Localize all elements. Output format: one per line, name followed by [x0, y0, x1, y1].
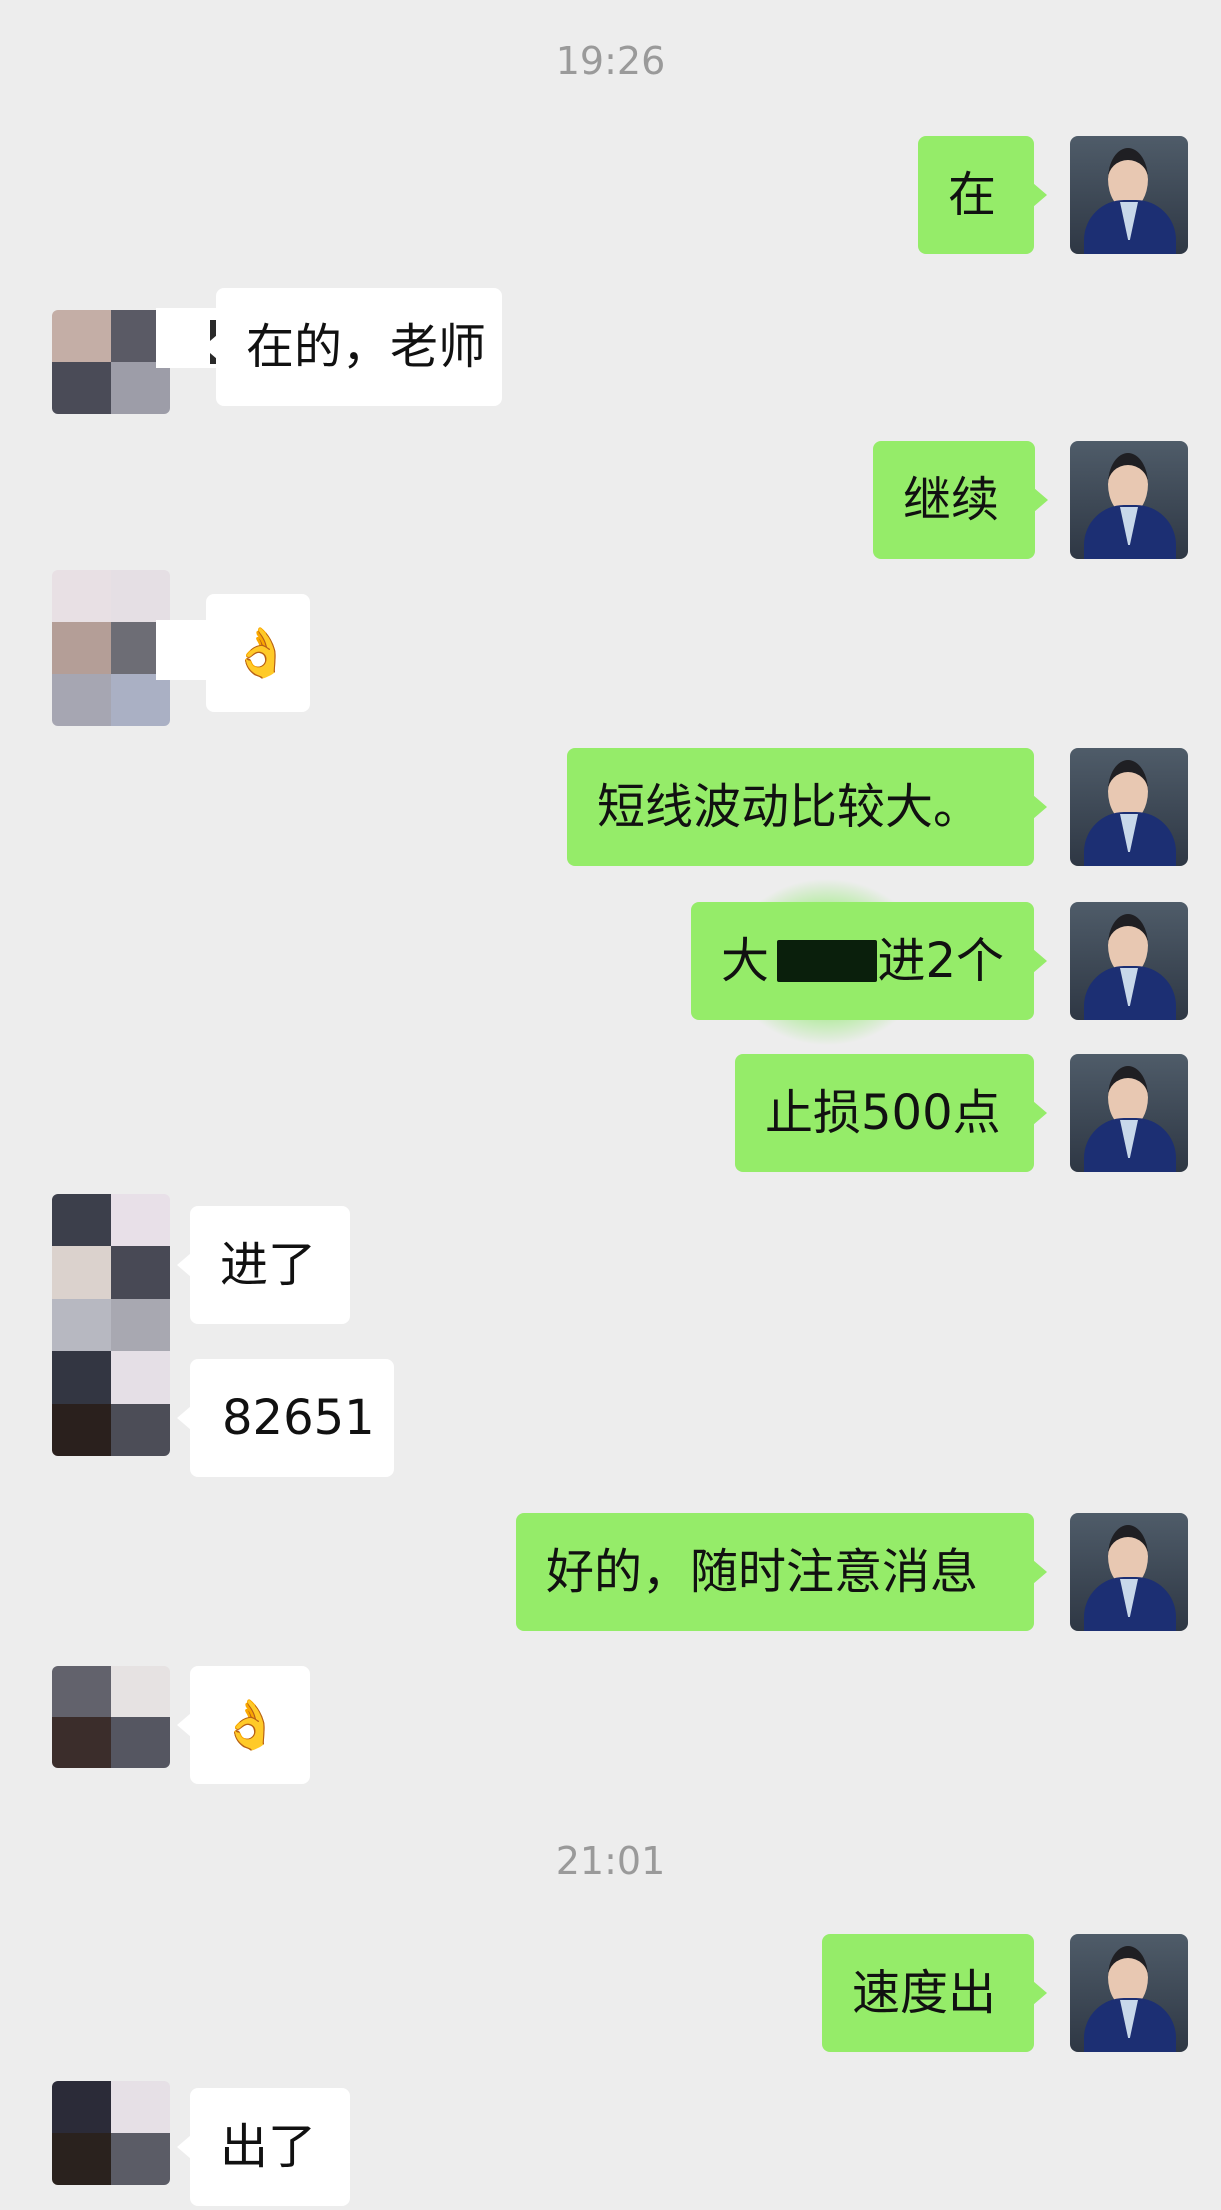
my-avatar[interactable]: [1070, 748, 1188, 866]
timestamp: 21:01: [555, 1839, 666, 1883]
contact-avatar[interactable]: [52, 570, 170, 726]
message-bubble-received[interactable]: 82651: [177, 1359, 394, 1477]
message-bubble-sent[interactable]: 大 进2个: [691, 902, 1047, 1020]
message-text: 82651: [222, 1390, 375, 1446]
message-text: 继续: [903, 472, 1000, 528]
ok-hand-icon: 👌: [220, 1697, 280, 1753]
my-avatar[interactable]: [1070, 902, 1188, 1020]
redacted-text: [777, 940, 878, 982]
message-bubble-sent[interactable]: 止损500点: [735, 1054, 1047, 1172]
my-avatar[interactable]: [1070, 1513, 1188, 1631]
message-text-prefix: 大: [721, 933, 770, 989]
message-text: 在的，老师: [246, 319, 487, 375]
message-bubble-sent[interactable]: 好的，随时注意消息: [516, 1513, 1047, 1631]
contact-avatar[interactable]: [52, 2081, 170, 2185]
message-bubble-sent[interactable]: 继续: [873, 441, 1048, 559]
my-avatar[interactable]: [1070, 1934, 1188, 2052]
message-bubble-received[interactable]: 进了: [177, 1206, 350, 1324]
message-text: 出了: [220, 2119, 317, 2175]
message-bubble-sent[interactable]: 在: [918, 136, 1047, 254]
message-bubble-received[interactable]: 在的，老师: [203, 288, 502, 406]
chat-conversation: 19:26 在 在的，老师 继续 👌 短线波动比较大。 大 进2个 止损500点…: [0, 0, 1221, 2210]
message-text: 止损500点: [765, 1085, 1001, 1141]
message-bubble-sent[interactable]: 短线波动比较大。: [567, 748, 1047, 866]
message-bubble-received[interactable]: 👌: [193, 594, 310, 712]
contact-avatar[interactable]: [52, 1666, 170, 1768]
message-text: 进了: [220, 1237, 317, 1293]
message-text-suffix: 进2个: [877, 933, 1004, 989]
message-text: 在: [948, 167, 997, 223]
my-avatar[interactable]: [1070, 441, 1188, 559]
contact-avatar[interactable]: [52, 310, 170, 414]
my-avatar[interactable]: [1070, 136, 1188, 254]
my-avatar[interactable]: [1070, 1054, 1188, 1172]
message-text: 好的，随时注意消息: [546, 1544, 979, 1600]
timestamp: 19:26: [555, 39, 666, 83]
ok-hand-icon: 👌: [231, 625, 291, 681]
message-bubble-received[interactable]: 出了: [177, 2088, 350, 2206]
message-text: 短线波动比较大。: [597, 779, 982, 835]
contact-avatar[interactable]: [52, 1194, 170, 1456]
message-text: 速度出: [852, 1965, 997, 2021]
message-bubble-sent[interactable]: 速度出: [822, 1934, 1047, 2052]
message-bubble-received[interactable]: 👌: [177, 1666, 310, 1784]
